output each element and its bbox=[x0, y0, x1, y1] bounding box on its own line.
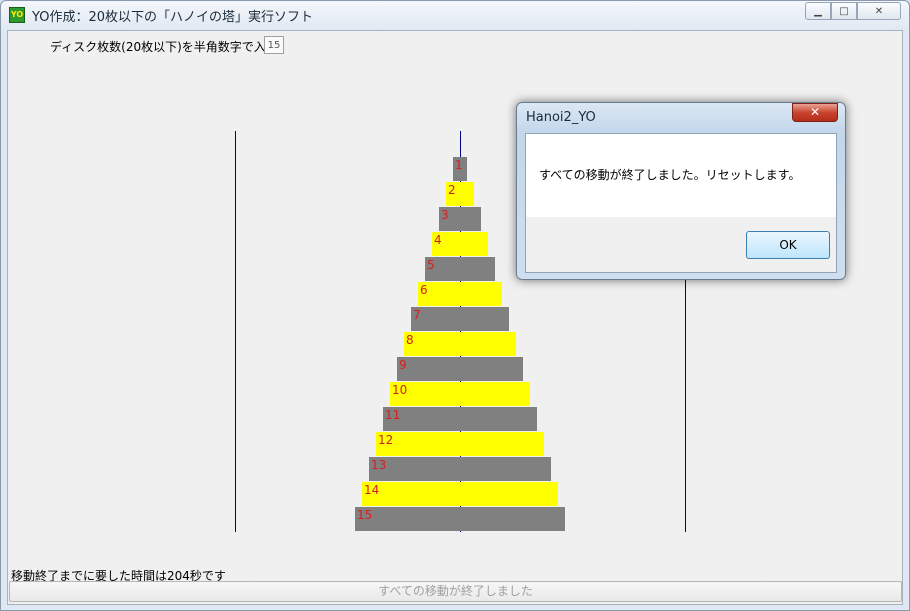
disk-number-label: 7 bbox=[413, 308, 421, 322]
message-dialog: Hanoi2_YO ✕ すべての移動が終了しました。リセットします。 OK bbox=[516, 102, 846, 280]
caption-buttons: ▁ □ ✕ bbox=[805, 2, 901, 20]
disk-number-label: 14 bbox=[364, 483, 380, 497]
window-title: YO作成：20枚以下の「ハノイの塔」実行ソフト bbox=[32, 10, 314, 25]
disk-number-label: 13 bbox=[371, 458, 387, 472]
disk-number-label: 12 bbox=[378, 433, 394, 447]
disk-number-label: 1 bbox=[455, 158, 463, 172]
disk-4: 4 bbox=[432, 232, 488, 256]
disk-number-label: 9 bbox=[399, 358, 407, 372]
dialog-body: すべての移動が終了しました。リセットします。 OK bbox=[525, 133, 837, 273]
dialog-close-button[interactable]: ✕ bbox=[792, 103, 838, 122]
minimize-icon: ▁ bbox=[814, 5, 822, 17]
disk-6: 6 bbox=[418, 282, 502, 306]
disk-number-label: 11 bbox=[385, 408, 401, 422]
disk-number-label: 15 bbox=[357, 508, 373, 522]
disk-14: 14 bbox=[362, 482, 558, 506]
dialog-message-area: すべての移動が終了しました。リセットします。 bbox=[526, 134, 836, 217]
disk-count-input[interactable] bbox=[264, 36, 284, 54]
dialog-message: すべての移動が終了しました。リセットします。 bbox=[539, 168, 801, 182]
status-button[interactable]: すべての移動が終了しました bbox=[9, 581, 902, 602]
disk-count-label: ディスク枚数(20枚以下)を半角数字で入力: bbox=[50, 40, 282, 54]
disk-5: 5 bbox=[425, 257, 495, 281]
disk-10: 10 bbox=[390, 382, 530, 406]
disk-number-label: 10 bbox=[392, 383, 408, 397]
disk-1: 1 bbox=[453, 157, 467, 181]
disk-number-label: 2 bbox=[448, 183, 456, 197]
dialog-title: Hanoi2_YO bbox=[526, 110, 596, 125]
maximize-button[interactable]: □ bbox=[831, 2, 857, 20]
disk-15: 15 bbox=[355, 507, 565, 531]
peg-1 bbox=[235, 131, 236, 532]
disk-2: 2 bbox=[446, 182, 474, 206]
disk-12: 12 bbox=[376, 432, 544, 456]
disk-number-label: 8 bbox=[406, 333, 414, 347]
close-button[interactable]: ✕ bbox=[857, 2, 901, 20]
app-icon[interactable]: YO bbox=[9, 7, 25, 23]
disk-number-label: 4 bbox=[434, 233, 442, 247]
title-bar[interactable]: YO YO作成：20枚以下の「ハノイの塔」実行ソフト ▁ □ ✕ bbox=[1, 1, 909, 27]
disk-13: 13 bbox=[369, 457, 551, 481]
main-window: YO YO作成：20枚以下の「ハノイの塔」実行ソフト ▁ □ ✕ ディスク枚数(… bbox=[0, 0, 910, 611]
disk-8: 8 bbox=[404, 332, 516, 356]
minimize-button[interactable]: ▁ bbox=[805, 2, 831, 20]
ok-button[interactable]: OK bbox=[746, 231, 830, 259]
disk-7: 7 bbox=[411, 307, 509, 331]
maximize-icon: □ bbox=[839, 5, 849, 17]
disk-3: 3 bbox=[439, 207, 481, 231]
disk-9: 9 bbox=[397, 357, 523, 381]
close-icon: ✕ bbox=[809, 105, 821, 119]
disk-number-label: 3 bbox=[441, 208, 449, 222]
disk-11: 11 bbox=[383, 407, 537, 431]
disk-number-label: 5 bbox=[427, 258, 435, 272]
close-icon: ✕ bbox=[874, 5, 884, 17]
disk-number-label: 6 bbox=[420, 283, 428, 297]
